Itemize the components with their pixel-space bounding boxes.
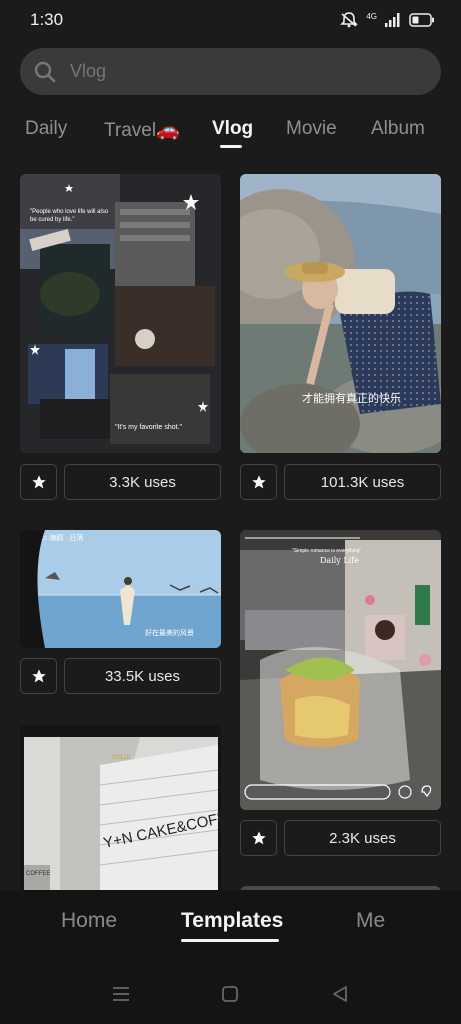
nav-templates[interactable]: Templates [181, 909, 283, 933]
star-icon [31, 669, 46, 683]
template-thumbnail-daily-life[interactable]: "Simple romance is everything" Daily Lif… [240, 530, 441, 810]
network-label: 4G [366, 11, 377, 21]
favorite-button[interactable] [20, 658, 57, 694]
nav-home[interactable]: Home [61, 909, 117, 933]
seaside-caption: 才能拥有真正的快乐 [302, 392, 401, 405]
collage-quote-bottom: "It's my favorite shot." [115, 424, 182, 431]
tab-daily[interactable]: Daily [25, 118, 67, 140]
daily-life-title: Daily Life [320, 556, 359, 565]
star-icon [251, 475, 266, 489]
status-icons: 4G [340, 12, 435, 28]
coffee-sign: COFFEE [26, 871, 51, 877]
collage-quote-top: "People who love life will also be cured… [30, 209, 109, 223]
uses-count-button[interactable]: 2.3K uses [284, 820, 441, 856]
cafe-brand: VOLDI [112, 755, 131, 761]
template-thumbnail-window-view[interactable]: ♫ 海鸥 · 日落 好在最美的风景 [20, 530, 221, 648]
mute-icon [340, 12, 359, 28]
signal-icon [385, 13, 401, 27]
system-navigation [0, 954, 461, 1024]
template-feed[interactable]: "People who love life will also be cured… [0, 160, 461, 890]
favorite-button[interactable] [240, 820, 277, 856]
search-bar[interactable] [20, 48, 441, 95]
template-thumbnail-cafe[interactable]: VOLDI Y+N CAKE&COFFEE COFFEE [20, 725, 221, 890]
daily-life-subtitle: "Simple romance is everything" [292, 548, 362, 554]
tab-movie[interactable]: Movie [286, 118, 337, 140]
home-square-icon[interactable] [222, 986, 238, 1007]
tab-active-indicator [220, 145, 242, 148]
favorite-button[interactable] [240, 464, 277, 500]
uses-count-button[interactable]: 101.3K uses [284, 464, 441, 500]
template-thumbnail-collage[interactable]: "People who love life will also be cured… [20, 174, 221, 453]
status-time: 1:30 [30, 10, 64, 29]
star-icon [251, 831, 266, 845]
back-triangle-icon[interactable] [332, 986, 348, 1007]
nav-active-indicator [181, 939, 279, 942]
battery-icon [409, 13, 435, 27]
tab-album[interactable]: Album [371, 118, 425, 140]
window-caption: 好在最美的风景 [145, 630, 194, 637]
search-input[interactable] [70, 48, 410, 95]
tab-travel[interactable]: Travel🚗 [104, 118, 180, 142]
star-icon [31, 475, 46, 489]
uses-count-button[interactable]: 3.3K uses [64, 464, 221, 500]
favorite-button[interactable] [20, 464, 57, 500]
template-thumbnail-seaside[interactable]: 才能拥有真正的快乐 [240, 174, 441, 453]
tab-vlog[interactable]: Vlog [212, 118, 253, 140]
status-bar: 1:30 4G [0, 0, 461, 40]
uses-count-button[interactable]: 33.5K uses [64, 658, 221, 694]
nav-me[interactable]: Me [356, 909, 385, 933]
menu-icon[interactable] [112, 986, 130, 1007]
search-icon[interactable] [33, 60, 57, 89]
window-top-text: ♫ 海鸥 · 日落 [42, 535, 84, 542]
bottom-navigation: Home Templates Me [0, 890, 461, 954]
